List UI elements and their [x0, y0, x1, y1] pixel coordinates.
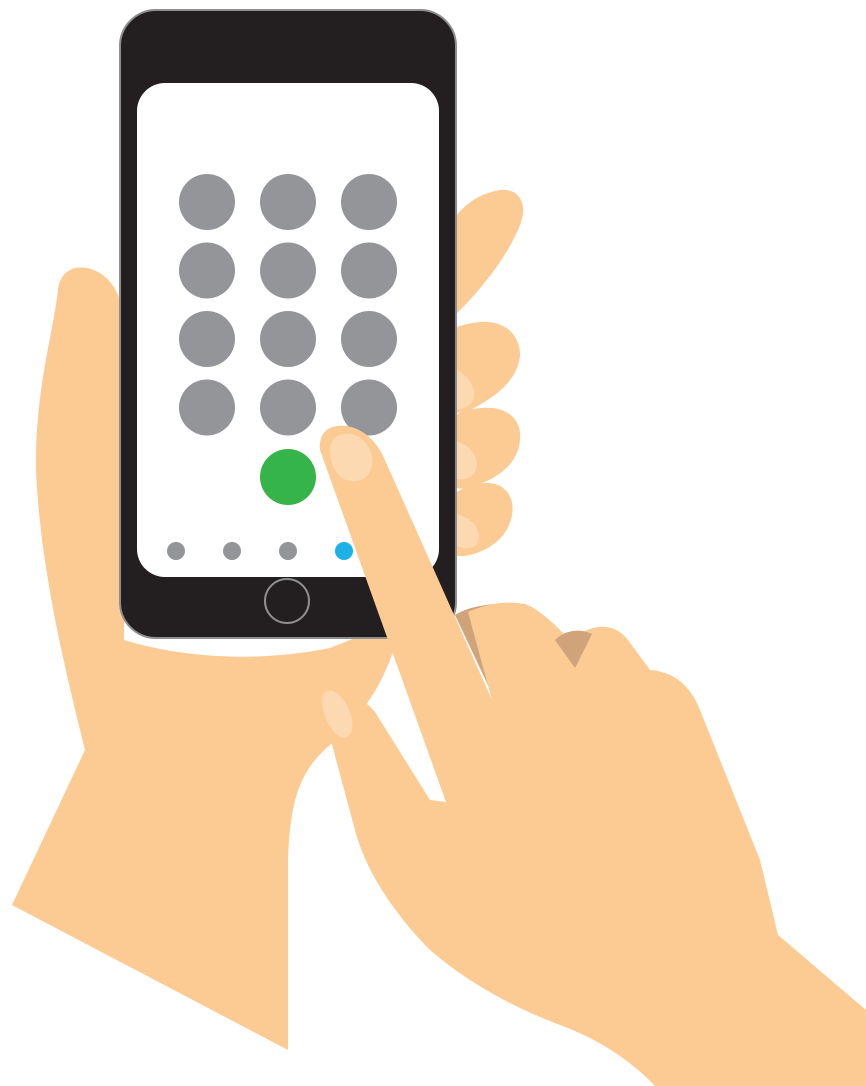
page-dot[interactable]: [167, 542, 185, 560]
keypad-key-icon[interactable]: [260, 242, 316, 299]
keypad-key-icon[interactable]: [179, 174, 235, 230]
right-hand-icon: [319, 425, 866, 1086]
keypad-key-icon[interactable]: [341, 311, 397, 367]
keypad-key-icon[interactable]: [260, 174, 316, 230]
keypad-key-icon[interactable]: [260, 379, 316, 436]
keypad-key-icon[interactable]: [179, 311, 235, 367]
home-button-icon[interactable]: [264, 578, 310, 624]
page-dot[interactable]: [279, 542, 297, 560]
keypad-key-icon[interactable]: [341, 174, 397, 230]
page-dot[interactable]: [223, 542, 241, 560]
call-button-icon[interactable]: [260, 449, 316, 505]
keypad-key-icon[interactable]: [179, 242, 235, 299]
keypad-key-icon[interactable]: [179, 379, 235, 436]
keypad-key-icon[interactable]: [341, 242, 397, 299]
page-dot-active[interactable]: [335, 542, 353, 560]
keypad-key-icon[interactable]: [260, 311, 316, 367]
phone-in-hands-illustration: [12, 9, 866, 1086]
